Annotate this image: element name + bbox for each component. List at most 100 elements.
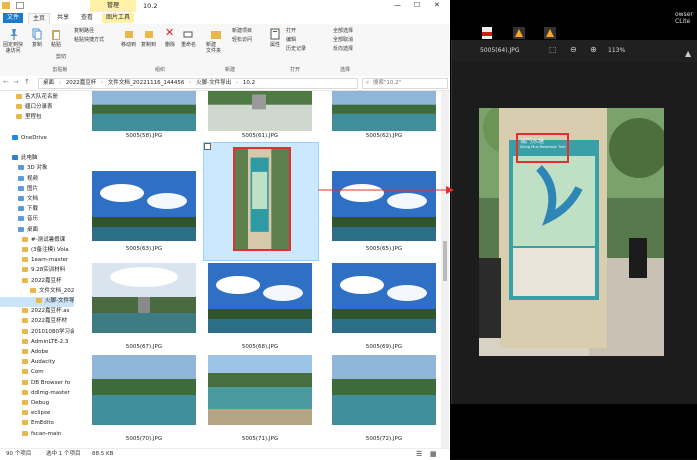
path-segment[interactable]: 10.2 bbox=[243, 80, 255, 86]
file-name[interactable]: 5005(58).JPG bbox=[86, 133, 202, 139]
path-segment[interactable]: 2022嘉豆杯 bbox=[66, 80, 97, 86]
close-button[interactable]: ✕ bbox=[434, 1, 440, 9]
properties-button[interactable]: 属性 bbox=[270, 42, 280, 48]
file-thumbnail[interactable] bbox=[92, 355, 196, 425]
nav-item[interactable]: 视频 bbox=[0, 175, 74, 185]
nav-item[interactable]: 3D 对象 bbox=[0, 164, 74, 174]
nav-item[interactable]: 音乐 bbox=[0, 215, 74, 225]
edit-button[interactable]: 编辑 bbox=[286, 37, 296, 43]
file-thumbnail[interactable] bbox=[92, 263, 196, 333]
file-thumbnail[interactable] bbox=[332, 355, 436, 425]
scroll-up-icon[interactable]: ▲ bbox=[685, 49, 691, 58]
invert-selection-button[interactable]: 反向选择 bbox=[333, 46, 353, 52]
delete-button[interactable]: 删除 bbox=[165, 42, 175, 48]
file-name[interactable]: 5005(61).JPG bbox=[202, 133, 318, 139]
up-icon[interactable]: ↑ bbox=[24, 78, 30, 86]
nav-item[interactable]: 文档 bbox=[0, 195, 74, 205]
file-thumbnail[interactable] bbox=[208, 263, 312, 333]
nav-item[interactable]: 疆口分录表 bbox=[0, 103, 74, 113]
file-name[interactable]: 5005(62).JPG bbox=[326, 133, 441, 139]
tab-view[interactable]: 查看 bbox=[77, 13, 97, 23]
move-to-button[interactable]: 移动到 bbox=[121, 42, 136, 48]
nav-item[interactable]: (3备注模) Vola bbox=[0, 246, 74, 256]
new-folder-button[interactable]: 新建 文件夹 bbox=[206, 42, 221, 54]
nav-item[interactable]: DB Browser fo bbox=[0, 379, 74, 389]
rename-button[interactable]: 重命名 bbox=[181, 42, 196, 48]
scrollbar[interactable] bbox=[441, 91, 449, 448]
file-name[interactable]: 5005(68).JPG bbox=[202, 344, 318, 350]
nav-item[interactable]: #-测试暑假课 bbox=[0, 236, 74, 246]
tab-picture-tools[interactable]: 图片工具 bbox=[102, 13, 135, 23]
file-thumbnail[interactable] bbox=[92, 91, 196, 131]
file-name[interactable]: 5005(67).JPG bbox=[86, 344, 202, 350]
copy-icon[interactable] bbox=[32, 28, 42, 40]
nav-item[interactable]: 2022嘉豆杯材 bbox=[0, 317, 74, 327]
nav-item[interactable]: OneDrive bbox=[0, 134, 74, 144]
file-thumbnail[interactable] bbox=[332, 91, 436, 131]
file-thumbnail[interactable] bbox=[332, 171, 436, 241]
file-thumbnail[interactable] bbox=[208, 355, 312, 425]
nav-item[interactable]: 下载 bbox=[0, 205, 74, 215]
nav-item[interactable]: 20101080学习会 bbox=[0, 328, 74, 338]
copy-path-button[interactable]: 复制路径 bbox=[74, 28, 94, 34]
nav-item[interactable]: 9.28实训材料 bbox=[0, 266, 74, 276]
minimize-button[interactable]: — bbox=[394, 1, 401, 9]
nav-item[interactable]: 桌面 bbox=[0, 226, 74, 236]
history-button[interactable]: 历史记录 bbox=[286, 46, 306, 52]
nav-item[interactable]: 火脚-文件导 bbox=[0, 297, 74, 307]
nav-item[interactable]: EmEdito bbox=[0, 419, 74, 429]
nav-item[interactable]: Com bbox=[0, 368, 74, 378]
nav-item[interactable]: 此电脑 bbox=[0, 154, 74, 164]
file-thumbnail[interactable] bbox=[233, 147, 291, 251]
open-button[interactable]: 打开 bbox=[286, 28, 296, 34]
copy-to-button[interactable]: 复制到 bbox=[141, 42, 156, 48]
paste-button[interactable]: 粘贴 bbox=[51, 42, 61, 48]
path-segment[interactable]: 文件文档_20221116_144456 bbox=[108, 80, 185, 86]
pdf-file-icon[interactable] bbox=[480, 26, 494, 40]
image-frame-icon[interactable]: ⬚ bbox=[549, 45, 557, 54]
path-segment[interactable]: 桌面 bbox=[43, 80, 54, 86]
nav-item[interactable]: 2022嘉豆杯.as bbox=[0, 307, 74, 317]
copy-to-icon[interactable] bbox=[144, 28, 154, 40]
back-icon[interactable]: ← bbox=[3, 78, 9, 86]
scrollbar-thumb[interactable] bbox=[443, 241, 447, 281]
app-shortcut-icon[interactable] bbox=[512, 26, 526, 40]
file-name[interactable]: 5005(72).JPG bbox=[326, 436, 441, 442]
tab-file[interactable]: 文件 bbox=[3, 13, 24, 23]
tab-share[interactable]: 共享 bbox=[53, 13, 73, 23]
file-thumbnail[interactable] bbox=[332, 263, 436, 333]
new-item-button[interactable]: 新建项目 bbox=[232, 28, 252, 34]
pin-icon[interactable] bbox=[8, 28, 20, 40]
zoom-out-icon[interactable]: ⊖ bbox=[570, 45, 577, 54]
paste-icon[interactable] bbox=[51, 28, 61, 40]
selection-checkbox[interactable] bbox=[204, 143, 211, 150]
quick-access-icon[interactable] bbox=[16, 2, 24, 9]
pin-quick-access-button[interactable]: 固定到快 速访问 bbox=[3, 42, 23, 54]
nav-item[interactable]: 1earn-master bbox=[0, 256, 74, 266]
nav-item[interactable]: 2022嘉豆杯 bbox=[0, 277, 74, 287]
tab-home[interactable]: 主页 bbox=[28, 13, 51, 24]
thumbnail-view-icon[interactable]: ▦ bbox=[430, 449, 437, 460]
nav-item[interactable]: 文件文档_202 bbox=[0, 287, 74, 297]
delete-icon[interactable]: ✕ bbox=[165, 27, 177, 39]
search-input[interactable]: ⌕ 搜索"10.2" bbox=[362, 78, 448, 89]
nav-item[interactable]: 图片 bbox=[0, 185, 74, 195]
properties-icon[interactable] bbox=[270, 28, 280, 40]
address-path[interactable]: 桌面 › 2022嘉豆杯 › 文件文档_20221116_144456 › 火脚… bbox=[38, 78, 358, 89]
file-name[interactable]: 5005(71).JPG bbox=[202, 436, 318, 442]
new-folder-icon[interactable] bbox=[210, 28, 222, 40]
file-name[interactable]: 5005(70).JPG bbox=[86, 436, 202, 442]
select-all-button[interactable]: 全部选择 bbox=[333, 28, 353, 34]
nav-item[interactable]: ddimg-master bbox=[0, 389, 74, 399]
nav-item[interactable]: Adobe bbox=[0, 348, 74, 358]
file-name[interactable]: 5005(69).JPG bbox=[326, 344, 441, 350]
path-segment[interactable]: 火脚-文件导出 bbox=[196, 80, 231, 86]
easy-access-button[interactable]: 轻松访问 bbox=[232, 37, 252, 43]
zoom-in-icon[interactable]: ⊕ bbox=[590, 45, 597, 54]
nav-item[interactable]: Audacity bbox=[0, 358, 74, 368]
file-thumbnail[interactable] bbox=[208, 91, 312, 131]
file-thumbnail[interactable] bbox=[92, 171, 196, 241]
select-none-button[interactable]: 全部取消 bbox=[333, 37, 353, 43]
nav-item[interactable]: eclipse bbox=[0, 409, 74, 419]
nav-item[interactable]: 里程包 bbox=[0, 113, 74, 123]
